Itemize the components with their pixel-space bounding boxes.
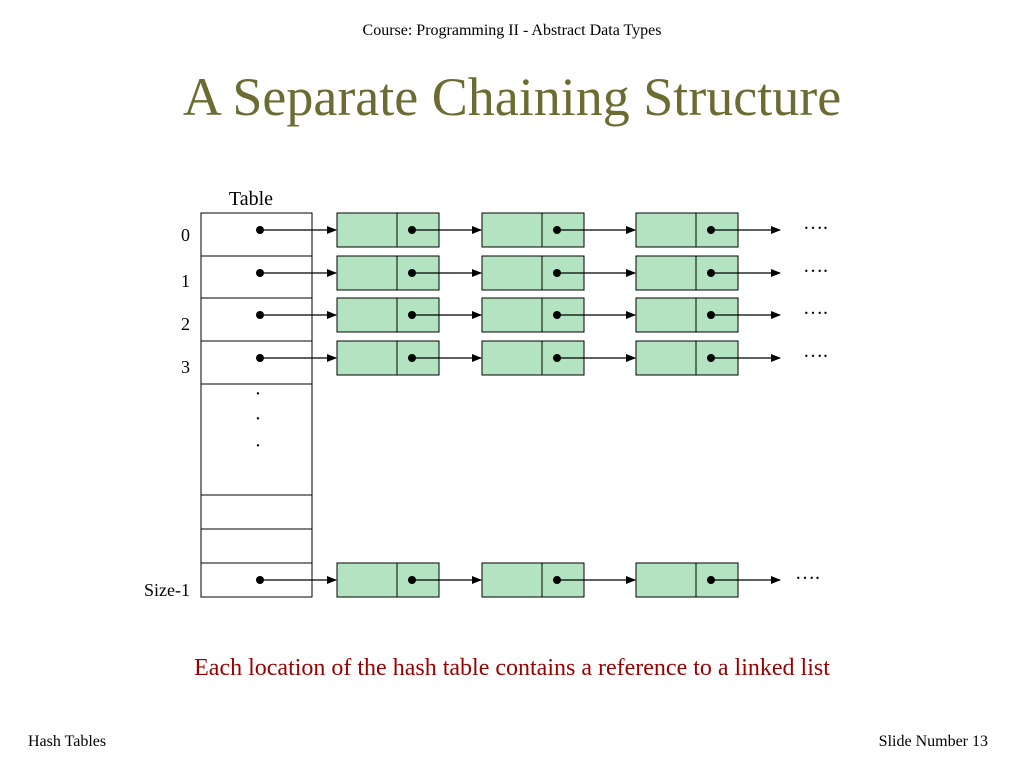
continuation-dots: …. — [795, 562, 820, 584]
index-label: 2 — [181, 314, 190, 334]
continuation-dots: …. — [803, 212, 828, 234]
index-label: 3 — [181, 357, 190, 377]
slide-number: Slide Number 13 — [878, 733, 988, 750]
continuation-dots: …. — [803, 297, 828, 319]
hash-table: · · · — [200, 212, 313, 598]
continuation-dots: …. — [803, 255, 828, 277]
caption: Each location of the hash table contains… — [194, 655, 830, 681]
ellipsis-dot: · — [255, 408, 262, 430]
continuation-dots: …. — [803, 340, 828, 362]
index-label: Size-1 — [144, 580, 190, 600]
ellipsis-dot: · — [255, 435, 262, 457]
table-outline — [200, 212, 313, 598]
separate-chaining-diagram: Table · · · …. …. …. …. …. 0 1 2 3 Size-1 — [144, 188, 828, 600]
linked-list-chains: …. …. …. …. …. — [256, 212, 828, 598]
footer-topic: Hash Tables — [28, 733, 107, 750]
ellipsis-dot: · — [255, 383, 262, 405]
table-label: Table — [229, 188, 273, 210]
index-labels: 0 1 2 3 Size-1 — [144, 225, 190, 600]
index-label: 1 — [181, 271, 190, 291]
index-label: 0 — [181, 225, 190, 245]
